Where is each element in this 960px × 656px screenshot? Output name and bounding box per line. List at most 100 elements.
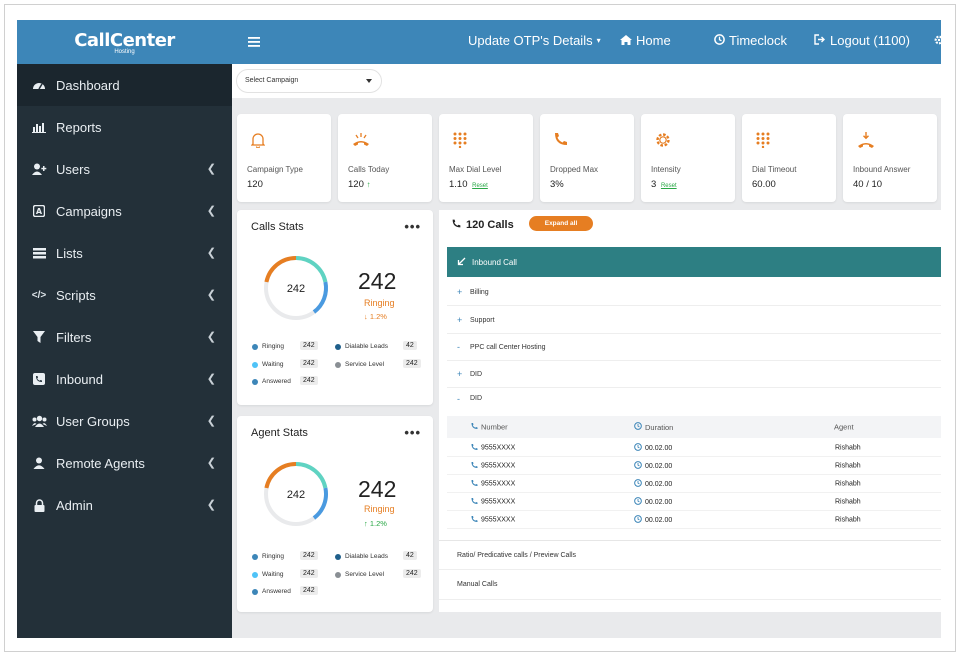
campaign-select[interactable]: Select Campaign	[236, 69, 382, 93]
sidebar-item-remote-agents[interactable]: Remote Agents ❮	[17, 442, 232, 484]
tree-item-ppc[interactable]: - PPC call Center Hosting	[447, 334, 941, 361]
logout-link[interactable]: Logout (1100)	[814, 33, 910, 48]
legend-value: 242	[300, 586, 318, 595]
expand-marker: +	[457, 287, 463, 297]
column-header-duration[interactable]: Duration	[634, 422, 673, 432]
reset-link[interactable]: Reset	[472, 183, 488, 189]
tree-item-did[interactable]: + DID	[447, 361, 941, 388]
top-navbar: Update OTP's Details ▾ Home Timeclock Lo…	[232, 20, 941, 64]
stat-card-inbound-answer: Inbound Answer 40 / 10	[843, 114, 937, 202]
column-header-agent[interactable]: Agent	[834, 423, 854, 432]
legend-item: Service Level	[335, 361, 384, 368]
tree-item-label: PPC call Center Hosting	[470, 343, 546, 351]
sidebar-item-campaigns[interactable]: A Campaigns ❮	[17, 190, 232, 232]
legend-label: Ringing	[262, 343, 285, 350]
sidebar-item-filters[interactable]: Filters ❮	[17, 316, 232, 358]
stat-value: 3	[651, 179, 657, 190]
stat-value: 1.10	[449, 179, 468, 190]
column-header-number[interactable]: Number	[471, 423, 508, 432]
sidebar-item-user-groups[interactable]: User Groups ❮	[17, 400, 232, 442]
legend-label: Dialable Leads	[345, 343, 389, 350]
more-options-icon[interactable]: •••	[404, 425, 421, 440]
sidebar-item-reports[interactable]: Reports	[17, 106, 232, 148]
tree-item-label: Billing	[470, 288, 489, 296]
trend-delta: ↓ 1.2%	[364, 312, 387, 321]
sidebar-item-lists[interactable]: Lists ❮	[17, 232, 232, 274]
menu-toggle-icon[interactable]	[248, 34, 260, 52]
clock-icon	[634, 422, 642, 432]
chevron-left-icon: ❮	[206, 247, 216, 259]
stat-label: Dial Timeout	[752, 165, 797, 174]
incoming-call-icon	[857, 132, 874, 148]
legend-value: 42	[403, 341, 417, 350]
expand-marker: +	[457, 369, 463, 379]
legend-value-text: 242	[300, 551, 318, 560]
sidebar-item-label: Filters	[56, 329, 92, 345]
campaign-icon: A	[31, 204, 47, 218]
legend-value-text: 242	[300, 341, 318, 350]
inbound-call-row[interactable]: Inbound Call	[447, 247, 941, 277]
tree-item-did-expanded[interactable]: - DID	[447, 385, 941, 412]
call-number: 9555XXXX	[481, 516, 516, 524]
logo-subtext: Hosting	[114, 48, 135, 55]
more-options-icon[interactable]: •••	[404, 219, 421, 234]
ratio-calls-row[interactable]: Ratio/ Predicative calls / Preview Calls	[439, 540, 941, 570]
big-value-label: Ringing	[364, 298, 395, 308]
sidebar-item-label: Inbound	[56, 371, 103, 387]
legend-value-text: 242	[300, 359, 318, 368]
table-row[interactable]: 9555XXXX 00.02.00 Rishabh	[447, 440, 941, 457]
calls-donut-chart: 242	[264, 255, 328, 320]
home-icon	[620, 33, 632, 48]
otp-details-dropdown[interactable]: Update OTP's Details ▾	[468, 33, 601, 48]
expand-all-button[interactable]: Expand all	[529, 216, 593, 231]
dashboard-icon	[31, 78, 47, 92]
legend-dot	[335, 553, 341, 560]
sidebar-item-inbound[interactable]: Inbound ❮	[17, 358, 232, 400]
table-row[interactable]: 9555XXXX 00.02.00 Rishabh	[447, 476, 941, 493]
sidebar-item-label: User Groups	[56, 413, 130, 429]
call-number: 9555XXXX	[481, 480, 516, 488]
big-value: 242	[358, 476, 397, 502]
legend-label: Ringing	[262, 553, 285, 560]
calls-panel: 120 Calls Expand all Inbound Call + Bill…	[439, 210, 941, 612]
brand-logo[interactable]: CallCenter Hosting	[17, 20, 232, 64]
calls-panel-title: 120 Calls	[452, 219, 514, 231]
home-link[interactable]: Home	[620, 33, 671, 48]
dialpad-icon	[453, 132, 469, 149]
table-row[interactable]: 9555XXXX 00.02.00 Rishabh	[447, 458, 941, 475]
chevron-left-icon: ❮	[206, 499, 216, 511]
legend-dot	[335, 361, 341, 368]
table-row[interactable]: 9555XXXX 00.02.00 Rishabh	[447, 494, 941, 511]
stat-value: 40 / 10	[853, 179, 883, 190]
sidebar-item-users[interactable]: Users ❮	[17, 148, 232, 190]
list-icon	[31, 246, 47, 260]
legend-value-text: 42	[403, 551, 417, 560]
timeclock-link[interactable]: Timeclock	[714, 33, 787, 48]
column-header-label: Duration	[645, 422, 674, 432]
reset-link[interactable]: Reset	[661, 183, 677, 189]
stat-card-calls-today: Calls Today 120 ↑	[338, 114, 432, 202]
stat-value-wrap: 1.10 Reset	[449, 179, 488, 190]
sidebar-item-scripts[interactable]: </> Scripts ❮	[17, 274, 232, 316]
settings-cogs-icon[interactable]	[934, 33, 941, 46]
sidebar-item-label: Lists	[56, 245, 83, 261]
inbound-call-label: Inbound Call	[472, 257, 517, 267]
big-value: 242	[358, 268, 397, 294]
legend-item: Ringing	[252, 343, 284, 350]
caret-down-icon	[366, 79, 372, 83]
manual-calls-row[interactable]: Manual Calls	[439, 570, 941, 600]
tree-item-support[interactable]: + Support	[447, 307, 941, 334]
stat-label: Inbound Answer	[853, 165, 911, 174]
legend-item: Service Level	[335, 571, 384, 578]
tree-item-billing[interactable]: + Billing	[447, 279, 941, 306]
clock-icon	[634, 479, 642, 489]
sidebar-item-admin[interactable]: Admin ❮	[17, 484, 232, 526]
clock-icon	[634, 461, 642, 471]
chevron-left-icon: ❮	[206, 415, 216, 427]
legend-dot	[252, 361, 258, 368]
phone-icon	[471, 498, 478, 507]
sidebar-item-dashboard[interactable]: Dashboard	[17, 64, 232, 106]
call-duration: 00.02.00	[645, 444, 673, 452]
table-row[interactable]: 9555XXXX 00.02.00 Rishabh	[447, 512, 941, 529]
legend-dot	[335, 571, 341, 578]
